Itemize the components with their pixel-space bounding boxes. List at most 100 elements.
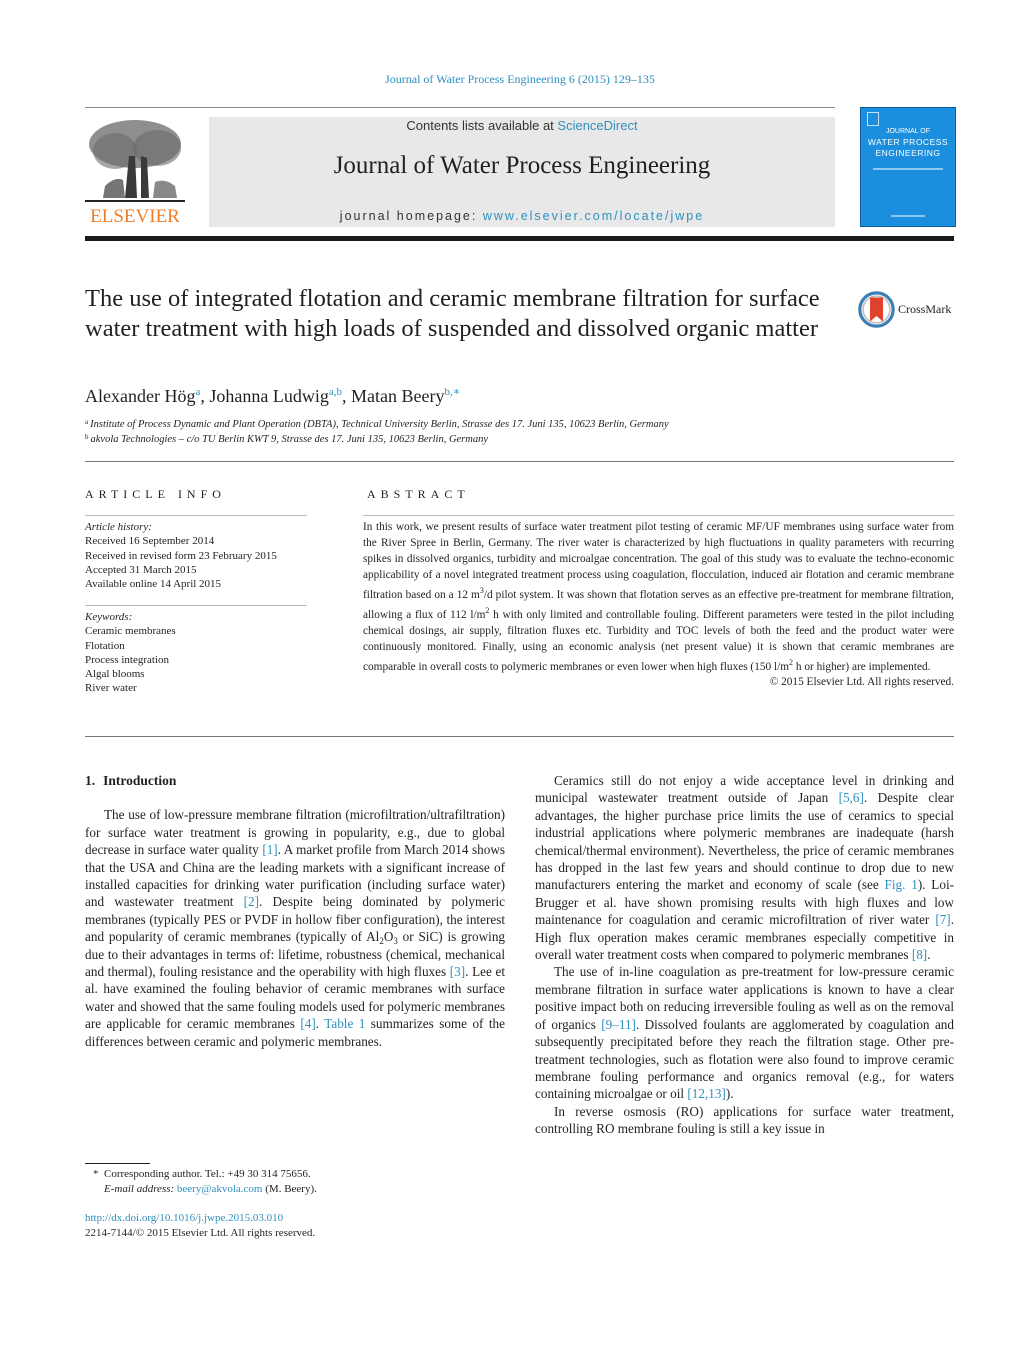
reference-link[interactable]: [7] (935, 912, 950, 927)
keyword-item: River water (85, 682, 137, 695)
affiliation-a: a Institute of Process Dynamic and Plant … (85, 418, 669, 430)
article-info-divider (85, 515, 307, 516)
journal-masthead: Contents lists available at ScienceDirec… (209, 117, 835, 227)
text-run: In reverse osmosis (RO) applications for… (535, 1103, 954, 1137)
elsevier-wordmark: ELSEVIER (90, 206, 180, 227)
text-run: ). (725, 1086, 734, 1102)
corresponding-author-footnote: * Corresponding author. Tel.: +49 30 314… (93, 1167, 317, 1196)
cover-logo-icon (867, 112, 879, 126)
article-history: Article history: Received 16 September 2… (85, 520, 277, 591)
abstract-copyright: © 2015 Elsevier Ltd. All rights reserved… (769, 676, 954, 689)
author-separator: , (341, 386, 351, 406)
author-name[interactable]: Alexander Hög (85, 386, 195, 406)
section-heading-introduction: 1. Introduction (85, 772, 505, 789)
author-name[interactable]: Matan Beery (351, 386, 444, 406)
body-paragraph: The use of low-pressure membrane filtrat… (85, 806, 505, 1050)
reference-link[interactable]: [5,6] (839, 790, 864, 805)
keywords-label: Keywords: (85, 611, 133, 623)
reference-link[interactable]: [4] (300, 1016, 315, 1031)
contents-line: Contents lists available at ScienceDirec… (209, 118, 835, 133)
body-paragraph: Ceramics still do not enjoy a wide accep… (535, 772, 954, 963)
table-link[interactable]: Table 1 (324, 1016, 365, 1031)
body-column-right: Ceramics still do not enjoy a wide accep… (535, 772, 954, 1138)
affiliation-divider (85, 461, 954, 462)
body-column-left: 1. Introduction The use of low-pressure m… (85, 772, 505, 1050)
history-revised: Received in revised form 23 February 201… (85, 549, 277, 562)
affiliation-text: Institute of Process Dynamic and Plant O… (90, 419, 669, 430)
author-affiliation-marker[interactable]: b,∗ (444, 386, 460, 398)
history-accepted: Accepted 31 March 2015 (85, 563, 197, 576)
crossmark-badge[interactable]: CrossMark (858, 291, 958, 331)
reference-link[interactable]: [9–11] (601, 1017, 636, 1032)
footnote-line: * Corresponding author. Tel.: +49 30 314… (93, 1167, 317, 1182)
keyword-item: Algal blooms (85, 668, 145, 681)
journal-homepage-line: journal homepage: www.elsevier.com/locat… (209, 209, 835, 223)
abstract-paragraph: In this work, we present results of surf… (363, 519, 954, 674)
cover-title-line1: JOURNAL OF (885, 128, 931, 135)
affiliation-key: a (85, 418, 89, 426)
text-run: O (383, 929, 394, 945)
crossmark-icon (858, 291, 895, 328)
article-history-label: Article history: (85, 521, 152, 533)
body-paragraph: The use of in-line coagulation as pre-tr… (535, 963, 954, 1102)
keywords-list: Keywords: Ceramic membranes Flotation Pr… (85, 610, 176, 696)
cover-title-line3: ENGINEERING (875, 148, 941, 158)
cover-title-line2: WATER PROCESS (867, 137, 949, 147)
journal-citation-link[interactable]: Journal of Water Process Engineering 6 (… (0, 72, 1020, 87)
keyword-item: Flotation (85, 639, 125, 652)
article-title: The use of integrated flotation and cera… (85, 285, 820, 342)
doi-block: http://dx.doi.org/10.1016/j.jwpe.2015.03… (85, 1211, 315, 1240)
keywords-divider (85, 605, 307, 606)
reference-link[interactable]: [2] (244, 894, 259, 909)
keyword-item: Process integration (85, 653, 170, 666)
journal-name: Journal of Water Process Engineering (333, 152, 711, 179)
text-run: . (927, 947, 931, 963)
abstract-heading: ABSTRACT (367, 487, 470, 501)
author-name[interactable]: Johanna Ludwig (209, 386, 328, 406)
author-separator: , (200, 386, 210, 406)
corresponding-author-text: Corresponding author. Tel.: +49 30 314 7… (104, 1168, 311, 1180)
reference-link[interactable]: [8] (912, 947, 927, 962)
cover-footer-line (891, 215, 925, 217)
reference-link[interactable]: [1] (262, 842, 277, 857)
affiliation-text: akvola Technologies – c/o TU Berlin KWT … (90, 434, 489, 445)
history-received: Received 16 September 2014 (85, 535, 215, 548)
section-title: Introduction (103, 773, 177, 788)
email-label: E-mail address: (104, 1182, 175, 1195)
issn-copyright: 2214-7144/© 2015 Elsevier Ltd. All right… (85, 1226, 316, 1239)
body-paragraph: In reverse osmosis (RO) applications for… (535, 1103, 954, 1138)
contents-prefix: Contents lists available at (406, 118, 558, 133)
history-online: Available online 14 April 2015 (85, 578, 222, 591)
keyword-item: Ceramic membranes (85, 625, 176, 638)
cover-editor-line (873, 168, 943, 170)
affiliation-b: b akvola Technologies – c/o TU Berlin KWT… (85, 433, 488, 445)
figure-link[interactable]: Fig. 1 (885, 877, 918, 892)
author-list: Alexander Höga, Johanna Ludwiga,b, Matan… (85, 385, 460, 407)
homepage-prefix: journal homepage: (339, 209, 483, 223)
abstract-divider (363, 515, 954, 516)
text-run: . (315, 1016, 325, 1032)
article-info-heading: ARTICLE INFO (85, 487, 226, 501)
reference-link[interactable]: [12,13] (687, 1086, 725, 1101)
footnote-divider (85, 1163, 150, 1164)
author-affiliation-marker[interactable]: a,b (329, 386, 342, 398)
email-suffix: (M. Beery). (262, 1182, 317, 1195)
journal-cover-thumbnail[interactable]: JOURNAL OF WATER PROCESS ENGINEERING (860, 107, 956, 227)
top-divider (85, 107, 835, 108)
doi-link[interactable]: http://dx.doi.org/10.1016/j.jwpe.2015.03… (85, 1211, 315, 1226)
front-matter-divider (85, 736, 954, 737)
journal-homepage-link[interactable]: www.elsevier.com/locate/jwpe (483, 209, 704, 223)
footnote-email-line: E-mail address: beery@akvola.com (M. Bee… (93, 1182, 317, 1197)
affiliation-key: b (85, 433, 89, 441)
abstract-body: In this work, we present results of surf… (363, 519, 954, 690)
sciencedirect-link[interactable]: ScienceDirect (557, 118, 637, 133)
footnote-marker: * (93, 1168, 99, 1180)
elsevier-logo[interactable]: ELSEVIER (85, 116, 185, 228)
header-thick-divider (85, 236, 954, 241)
crossmark-label: CrossMark (898, 302, 952, 316)
email-link[interactable]: beery@akvola.com (177, 1183, 263, 1195)
reference-link[interactable]: [3] (450, 964, 465, 979)
section-number: 1. (85, 773, 96, 788)
abstract-text-run: h or higher) are implemented. (793, 660, 931, 673)
elsevier-tree-icon (85, 116, 185, 206)
